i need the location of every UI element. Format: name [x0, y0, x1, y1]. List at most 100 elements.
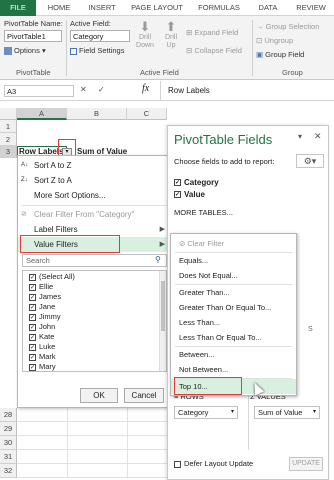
gear-icon[interactable]: ⚙▾: [296, 154, 324, 168]
list-item[interactable]: ✓ (Select All): [29, 272, 75, 282]
tab-review[interactable]: REVIEW: [292, 0, 330, 16]
list-item[interactable]: ✓ Luke: [29, 342, 55, 352]
function-icon[interactable]: fx: [142, 83, 149, 94]
pane-dropdown-icon[interactable]: ▾: [298, 132, 302, 141]
sort-za-label: Sort Z to A: [34, 176, 72, 185]
checkbox-icon: ✓: [29, 313, 36, 321]
row-header-31[interactable]: 31: [0, 450, 17, 464]
menu-clear-filter[interactable]: ⊘ Clear Filter From "Category": [18, 207, 171, 222]
menu-sort-az[interactable]: A↓ Sort A to Z: [18, 158, 171, 173]
submenu-not-equal[interactable]: Does Not Equal...: [171, 268, 296, 283]
submenu-less-equal[interactable]: Less Than Or Equal To...: [171, 330, 296, 345]
checkbox-icon: ✓: [174, 179, 181, 187]
formula-enter-icon[interactable]: ✓: [98, 85, 105, 94]
pane-title: PivotTable Fields: [174, 132, 273, 147]
search-input[interactable]: Search: [22, 254, 167, 267]
checkbox-icon: ✓: [29, 273, 36, 281]
name-box[interactable]: A3: [4, 85, 74, 97]
field-category[interactable]: ✓ Category: [174, 178, 219, 187]
tab-formulas[interactable]: FORMULAS: [196, 0, 242, 16]
item-label: Mark: [39, 352, 56, 361]
tab-page-layout[interactable]: PAGE LAYOUT: [128, 0, 186, 16]
group-selection-button[interactable]: → Group Selection: [256, 22, 319, 31]
active-field-input[interactable]: Category: [70, 30, 130, 42]
value-filters-submenu: ⊘ Clear Filter Equals... Does Not Equal.…: [170, 233, 297, 396]
submenu-greater-than[interactable]: Greater Than...: [171, 285, 296, 300]
group-field-button[interactable]: ▣ Group Field: [256, 50, 304, 59]
chevron-down-icon: ▾: [312, 409, 316, 415]
chevron-right-icon: ▶: [159, 226, 165, 233]
formula-content[interactable]: Row Labels: [168, 86, 210, 95]
values-field-chip[interactable]: Sum of Value ▾: [254, 406, 320, 419]
defer-layout-checkbox[interactable]: Defer Layout Update: [174, 459, 253, 468]
options-button[interactable]: Options ▾: [4, 46, 46, 56]
update-button[interactable]: UPDATE: [289, 457, 323, 471]
tab-home[interactable]: HOME: [44, 0, 74, 16]
list-scrollbar[interactable]: [159, 271, 166, 371]
menu-more-sort[interactable]: More Sort Options...: [18, 188, 171, 203]
row-header-3[interactable]: 3: [0, 146, 17, 158]
top-10-callout: [174, 377, 242, 395]
submenu-not-between[interactable]: Not Between...: [171, 362, 296, 377]
field-value[interactable]: ✓ Value: [174, 190, 205, 199]
row-header-2[interactable]: 2: [0, 133, 17, 146]
field-settings-button[interactable]: Field Settings: [70, 46, 124, 55]
active-field-label: Active Field:: [70, 19, 111, 28]
clear-filter-label: Clear Filter: [187, 239, 225, 248]
tab-insert[interactable]: INSERT: [86, 0, 118, 16]
list-item[interactable]: ✓ Jane: [29, 302, 55, 312]
row-header-1[interactable]: 1: [0, 120, 17, 133]
row-header-29[interactable]: 29: [0, 422, 17, 436]
group-field-icon: ▣: [256, 50, 266, 59]
submenu-between[interactable]: Between...: [171, 347, 296, 362]
scrollbar-thumb[interactable]: [161, 281, 165, 331]
list-item[interactable]: ✓ Jimmy: [29, 312, 61, 322]
list-item[interactable]: ✓ Mary: [29, 362, 56, 371]
submenu-equals[interactable]: Equals...: [171, 253, 296, 268]
ungroup-button[interactable]: ⊡ Ungroup: [256, 36, 293, 45]
clear-filter-icon: ⊘: [21, 211, 27, 218]
checkbox-icon: [174, 460, 181, 468]
drill-up-button[interactable]: ⬆ Drill Up: [160, 20, 182, 50]
tab-data[interactable]: DATA: [254, 0, 282, 16]
row-header-30[interactable]: 30: [0, 436, 17, 450]
close-icon[interactable]: ✕: [314, 131, 322, 142]
drill-down-button[interactable]: ⬇ Drill Down: [134, 20, 156, 50]
submenu-clear-filter[interactable]: ⊘ Clear Filter: [171, 236, 296, 251]
field-label: Value: [184, 190, 205, 199]
ok-button[interactable]: OK: [80, 388, 118, 403]
column-header-b[interactable]: B: [67, 108, 127, 120]
collapse-field-button[interactable]: ⊟ Collapse Field: [186, 46, 242, 55]
list-item[interactable]: ✓ James: [29, 292, 61, 302]
grid-line: [127, 408, 128, 478]
submenu-greater-equal[interactable]: Greater Than Or Equal To...: [171, 300, 296, 315]
grid-cells[interactable]: [17, 408, 167, 478]
rows-field-chip[interactable]: Category ▾: [174, 406, 238, 419]
column-header-a[interactable]: A: [17, 108, 67, 120]
pivot-name-input[interactable]: PivotTable1: [4, 30, 62, 42]
list-item[interactable]: ✓ Kate: [29, 332, 54, 342]
clear-filter-label: Clear Filter From "Category": [34, 210, 135, 219]
tab-file[interactable]: FILE: [0, 0, 36, 16]
checkbox-icon: ✓: [29, 323, 36, 331]
menu-sort-za[interactable]: Z↓ Sort Z to A: [18, 173, 171, 188]
row-header-32[interactable]: 32: [0, 464, 17, 478]
expand-field-button[interactable]: ⊞ Expand Field: [186, 28, 238, 37]
row-header-28[interactable]: 28: [0, 408, 17, 422]
checkbox-icon: ✓: [174, 191, 181, 199]
filter-menu: A↓ Sort A to Z Z↓ Sort Z to A More Sort Op…: [17, 155, 172, 408]
sort-az-icon: A↓: [21, 162, 29, 168]
more-tables-link[interactable]: MORE TABLES...: [174, 208, 233, 217]
cancel-button[interactable]: Cancel: [124, 388, 164, 403]
column-header-c[interactable]: C: [127, 108, 167, 120]
list-item[interactable]: ✓ Mark: [29, 352, 56, 362]
field-settings-icon: [70, 47, 77, 55]
checkbox-icon: ✓: [29, 303, 36, 311]
select-all-corner[interactable]: [0, 108, 17, 120]
checkbox-icon: ✓: [29, 293, 36, 301]
menu-separator: [22, 205, 167, 206]
list-item[interactable]: ✓ Ellie: [29, 282, 53, 292]
list-item[interactable]: ✓ John: [29, 322, 55, 332]
formula-cancel-icon[interactable]: ✕: [80, 85, 87, 94]
submenu-less-than[interactable]: Less Than...: [171, 315, 296, 330]
